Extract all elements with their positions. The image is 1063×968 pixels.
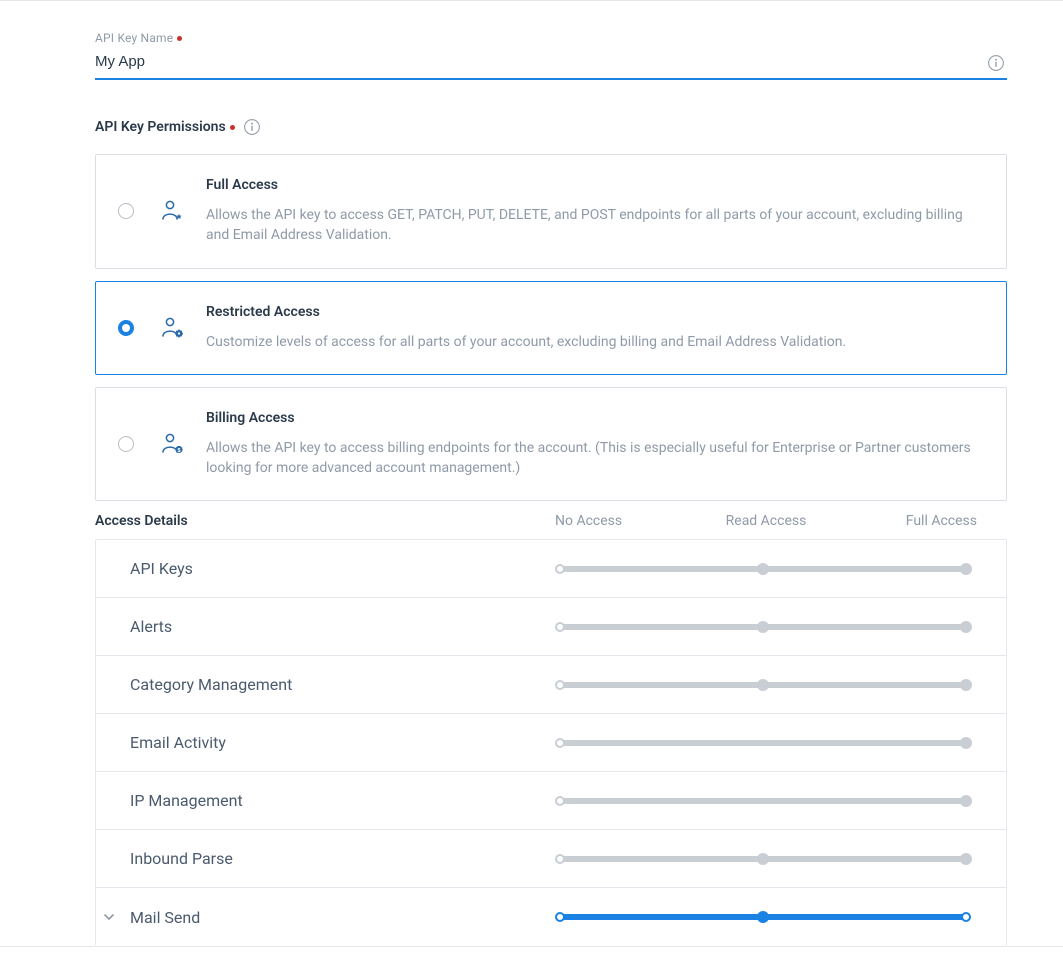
user-gear-icon <box>160 316 186 340</box>
access-row: Inbound Parse <box>96 830 1006 888</box>
access-row: Alerts <box>96 598 1006 656</box>
permission-title: Full Access <box>206 177 980 193</box>
access-row-label: IP Management <box>130 791 560 810</box>
access-row-label: API Keys <box>130 559 560 578</box>
access-slider[interactable] <box>560 622 966 632</box>
access-row: Category Management <box>96 656 1006 714</box>
required-dot-icon <box>230 125 235 130</box>
chevron-down-icon[interactable] <box>102 910 116 924</box>
radio-full[interactable] <box>118 203 134 219</box>
permission-desc: Customize levels of access for all parts… <box>206 332 980 352</box>
access-slider[interactable] <box>560 912 966 922</box>
info-icon[interactable] <box>987 54 1005 72</box>
api-key-name-input-wrap[interactable] <box>95 49 1007 80</box>
api-key-name-input[interactable] <box>95 49 1007 78</box>
permission-title: Restricted Access <box>206 304 980 320</box>
access-slider[interactable] <box>560 564 966 574</box>
permission-option-billing[interactable]: $ Billing Access Allows the API key to a… <box>95 387 1007 502</box>
access-details-title: Access Details <box>95 513 555 529</box>
access-col-no: No Access <box>555 513 675 529</box>
info-icon[interactable] <box>243 118 261 136</box>
access-col-read: Read Access <box>706 513 826 529</box>
permission-title: Billing Access <box>206 410 980 426</box>
user-dollar-icon: $ <box>160 432 186 456</box>
access-row: IP Management <box>96 772 1006 830</box>
access-slider[interactable] <box>560 738 966 748</box>
access-row-label: Email Activity <box>130 733 560 752</box>
required-dot-icon <box>177 36 182 41</box>
access-slider[interactable] <box>560 796 966 806</box>
access-row-label: Mail Send <box>130 908 560 927</box>
access-row: Mail Send <box>96 888 1006 946</box>
access-col-full: Full Access <box>857 513 977 529</box>
permission-option-full[interactable]: Full Access Allows the API key to access… <box>95 154 1007 269</box>
access-row-label: Inbound Parse <box>130 849 560 868</box>
svg-text:$: $ <box>177 448 180 454</box>
permission-option-restricted[interactable]: Restricted Access Customize levels of ac… <box>95 281 1007 375</box>
radio-restricted[interactable] <box>118 320 134 336</box>
access-row-label: Category Management <box>130 675 560 694</box>
radio-billing[interactable] <box>118 436 134 452</box>
access-slider[interactable] <box>560 680 966 690</box>
access-row-label: Alerts <box>130 617 560 636</box>
access-slider[interactable] <box>560 854 966 864</box>
permission-desc: Allows the API key to access GET, PATCH,… <box>206 205 980 246</box>
api-key-name-label: API Key Name <box>95 31 1007 45</box>
permission-desc: Allows the API key to access billing end… <box>206 438 980 479</box>
access-row: API Keys <box>96 540 1006 598</box>
permissions-heading: API Key Permissions <box>95 118 1007 136</box>
user-star-icon <box>160 199 186 223</box>
access-row: Email Activity <box>96 714 1006 772</box>
